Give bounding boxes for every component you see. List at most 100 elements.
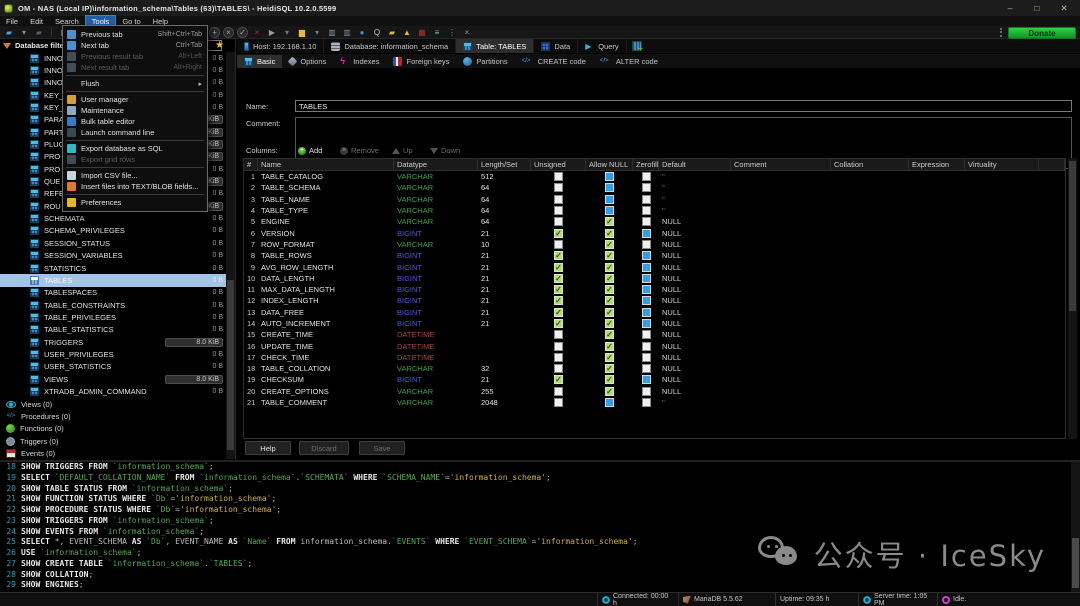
sidebar-category-views-0[interactable]: Views (0) — [0, 398, 227, 410]
sidebar-table-table-privileges[interactable]: TABLE_PRIVILEGES0 B — [0, 311, 227, 323]
col-unsigned-checkbox[interactable] — [531, 330, 586, 339]
checkbox-unchecked[interactable] — [554, 398, 563, 407]
col-unsigned-checkbox[interactable] — [531, 183, 586, 192]
grid-header-length-set[interactable]: Length/Set — [478, 159, 531, 170]
move-up-button[interactable]: Up — [392, 146, 413, 155]
subtab-partitions[interactable]: Partitions — [456, 55, 514, 68]
sidebar-scrollbar[interactable] — [226, 52, 235, 459]
menu-edit[interactable]: Edit — [24, 16, 49, 27]
col-zerofill-checkbox[interactable] — [633, 263, 659, 272]
help-button[interactable]: Help — [245, 441, 291, 455]
menu-item-flush[interactable]: Flush▸ — [63, 78, 207, 89]
checkbox-blue[interactable] — [642, 229, 651, 238]
checkbox-blue[interactable] — [642, 251, 651, 260]
checkbox-checked[interactable]: ✓ — [605, 263, 614, 272]
grid-row-engine[interactable]: 5ENGINEVARCHAR64✓NULL — [244, 216, 1065, 227]
grid-header-virtuality[interactable]: Virtuality — [965, 159, 1039, 170]
grid-header-comment[interactable]: Comment — [731, 159, 831, 170]
col-unsigned-checkbox[interactable] — [531, 387, 586, 396]
sql-log-scrollbar[interactable] — [1071, 462, 1080, 592]
col-zerofill-checkbox[interactable] — [633, 319, 659, 328]
remove-column-button[interactable]: × Remove — [340, 146, 379, 155]
col-zerofill-checkbox[interactable] — [633, 172, 659, 181]
menu-item-launch-command-line[interactable]: Launch command line — [63, 127, 207, 138]
close-tab-icon[interactable]: × — [461, 27, 473, 38]
checkbox-blue[interactable] — [642, 285, 651, 294]
col-allownull-checkbox[interactable]: ✓ — [586, 217, 633, 226]
col-zerofill-checkbox[interactable] — [633, 240, 659, 249]
col-unsigned-checkbox[interactable] — [531, 398, 586, 407]
grid-row-check-time[interactable]: 17CHECK_TIMEDATETIME✓NULL — [244, 352, 1065, 363]
col-allownull-checkbox[interactable] — [586, 172, 633, 181]
grid-scrollbar[interactable] — [1068, 158, 1077, 439]
col-unsigned-checkbox[interactable] — [531, 206, 586, 215]
new-query-tab-icon[interactable] — [632, 41, 642, 51]
minimize-button[interactable]: – — [1004, 3, 1016, 14]
checkbox-unchecked[interactable] — [642, 398, 651, 407]
tab-host-192-168-1-10[interactable]: Host: 192.168.1.10 — [237, 39, 324, 53]
checkbox-checked[interactable]: ✓ — [605, 274, 614, 283]
col-unsigned-checkbox[interactable]: ✓ — [531, 296, 586, 305]
col-allownull-checkbox[interactable]: ✓ — [586, 387, 633, 396]
checkbox-checked[interactable]: ✓ — [605, 296, 614, 305]
open-file-icon[interactable]: ▆ — [296, 27, 308, 38]
checkbox-checked[interactable]: ✓ — [605, 342, 614, 351]
sidebar-table-table-constraints[interactable]: TABLE_CONSTRAINTS0 B — [0, 299, 227, 311]
checkbox-unchecked[interactable] — [554, 364, 563, 373]
checkbox-checked[interactable]: ✓ — [554, 319, 563, 328]
tab-database-information-schema[interactable]: Database: information_schema — [324, 39, 456, 53]
sidebar-table-tables[interactable]: TABLES0 B — [0, 274, 227, 286]
col-zerofill-checkbox[interactable] — [633, 342, 659, 351]
sidebar-table-xtradb-admin-command[interactable]: XTRADB_ADMIN_COMMAND0 B — [0, 385, 227, 397]
checkbox-blue[interactable] — [642, 319, 651, 328]
grid-row-checksum[interactable]: 19CHECKSUMBIGINT21✓✓NULL — [244, 374, 1065, 385]
checkbox-unchecked[interactable] — [554, 353, 563, 362]
col-allownull-checkbox[interactable]: ✓ — [586, 353, 633, 362]
menu-item-next-tab[interactable]: Next tabCtrl+Tab — [63, 40, 207, 51]
col-zerofill-checkbox[interactable] — [633, 330, 659, 339]
col-allownull-checkbox[interactable]: ✓ — [586, 330, 633, 339]
subtab-indexes[interactable]: Indexes — [333, 55, 386, 68]
col-allownull-checkbox[interactable]: ✓ — [586, 342, 633, 351]
col-unsigned-checkbox[interactable]: ✓ — [531, 319, 586, 328]
col-allownull-checkbox[interactable]: ✓ — [586, 263, 633, 272]
menu-item-export-database-as-sql[interactable]: Export database as SQL — [63, 143, 207, 154]
tab-query[interactable]: Query — [578, 39, 626, 53]
checkbox-checked[interactable]: ✓ — [554, 296, 563, 305]
col-unsigned-checkbox[interactable]: ✓ — [531, 375, 586, 384]
sidebar-table-schema-privileges[interactable]: SCHEMA_PRIVILEGES0 B — [0, 225, 227, 237]
grid-scrollbar-thumb[interactable] — [1069, 161, 1076, 311]
grid-row-table-rows[interactable]: 8TABLE_ROWSBIGINT21✓✓NULL — [244, 250, 1065, 261]
menu-item-user-manager[interactable]: User manager — [63, 94, 207, 105]
checkbox-unchecked[interactable] — [554, 387, 563, 396]
checkbox-checked[interactable]: ✓ — [554, 263, 563, 272]
sidebar-table-triggers[interactable]: TRIGGERS8.0 KiB — [0, 336, 227, 348]
checkbox-unchecked[interactable] — [554, 330, 563, 339]
find-icon[interactable]: ● — [356, 27, 368, 38]
maximize-button[interactable]: □ — [1031, 3, 1043, 14]
grid-header-default[interactable]: Default — [659, 159, 731, 170]
table-name-input[interactable] — [295, 100, 1072, 112]
grid-header-filler[interactable] — [1039, 159, 1065, 170]
checkbox-unchecked[interactable] — [642, 387, 651, 396]
sidebar-scrollbar-thumb[interactable] — [227, 280, 234, 450]
col-allownull-checkbox[interactable]: ✓ — [586, 319, 633, 328]
tab-data[interactable]: Data — [534, 39, 578, 53]
checkbox-checked[interactable]: ✓ — [605, 229, 614, 238]
add-column-button[interactable]: + Add — [298, 146, 322, 155]
col-zerofill-checkbox[interactable] — [633, 251, 659, 260]
grid-row-avg-row-length[interactable]: 9AVG_ROW_LENGTHBIGINT21✓✓NULL — [244, 261, 1065, 272]
format-sql-icon[interactable]: ▰ — [386, 27, 398, 38]
grid-row-max-data-length[interactable]: 11MAX_DATA_LENGTHBIGINT21✓✓NULL — [244, 284, 1065, 295]
wrap-lines-icon[interactable]: ≡ — [431, 27, 443, 38]
col-unsigned-checkbox[interactable]: ✓ — [531, 308, 586, 317]
col-allownull-checkbox[interactable]: ✓ — [586, 229, 633, 238]
checkbox-blue[interactable] — [605, 172, 614, 181]
menu-file[interactable]: File — [0, 16, 24, 27]
sidebar-category-functions-0[interactable]: Functions (0) — [0, 423, 227, 435]
grid-row-row-format[interactable]: 7ROW_FORMATVARCHAR10✓NULL — [244, 239, 1065, 250]
discard-button[interactable]: Discard — [299, 441, 349, 455]
delete-icon[interactable]: × — [251, 27, 263, 38]
sidebar-table-schemata[interactable]: SCHEMATA0 B — [0, 212, 227, 224]
checkbox-checked[interactable]: ✓ — [554, 229, 563, 238]
